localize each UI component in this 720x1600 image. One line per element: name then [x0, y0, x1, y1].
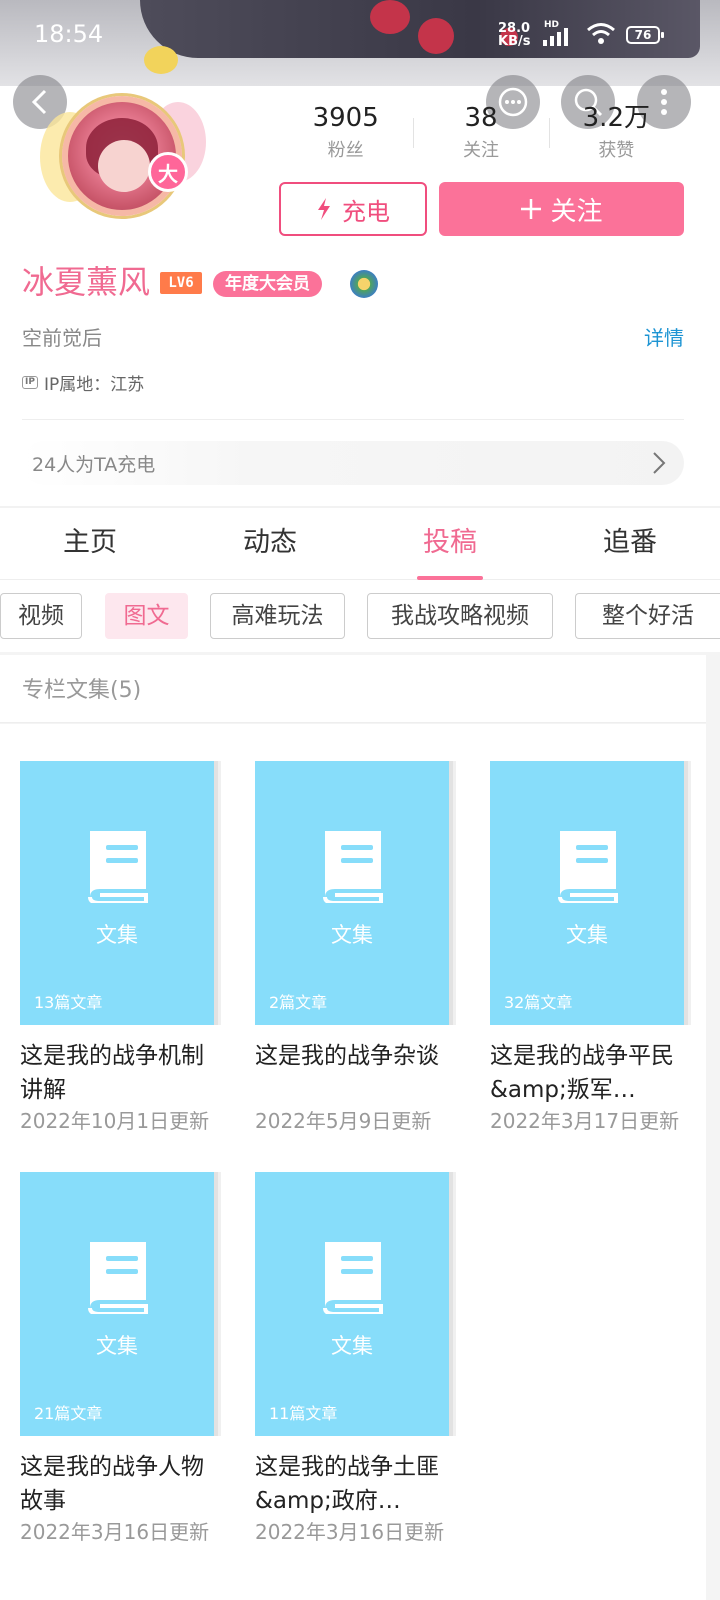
- follow-button-label: 关注: [550, 196, 603, 227]
- plus-icon: [521, 199, 542, 219]
- stat-value: 38: [464, 103, 498, 133]
- collection-cover: 文集 32篇文章: [490, 761, 684, 1025]
- stat-value: 3905: [312, 103, 379, 133]
- ip-icon: IP: [22, 376, 38, 389]
- avatar-frame[interactable]: 大: [38, 42, 218, 222]
- vip-badge[interactable]: 年度大会员: [213, 271, 322, 297]
- collection-cover: 文集 21篇文章: [20, 1172, 214, 1436]
- stat-label: 粉丝: [327, 140, 364, 161]
- signal-icon: [543, 28, 573, 46]
- ip-location: IP IP属地：江苏: [22, 370, 144, 395]
- collection-updated: 2022年3月16日更新: [255, 1520, 445, 1544]
- charge-ranking-bar[interactable]: 24人为TA充电: [22, 441, 684, 485]
- tab-home[interactable]: 主页: [0, 508, 180, 579]
- cover-type-label: 文集: [331, 1334, 373, 1358]
- stat-likes[interactable]: 3.2万 获赞: [548, 100, 684, 170]
- cover-type-label: 文集: [96, 923, 138, 947]
- book-icon: [323, 831, 383, 903]
- charge-button[interactable]: 充电: [279, 182, 427, 236]
- collections-header: 专栏文集(5): [0, 655, 706, 723]
- detail-link[interactable]: 详情: [644, 322, 684, 351]
- chevron-right-icon: [653, 452, 666, 474]
- ip-location-text: IP属地：江苏: [43, 375, 145, 395]
- collection-title: 这是我的战争机制讲解: [20, 1043, 204, 1103]
- battery-icon: 76: [626, 26, 664, 44]
- follow-button[interactable]: 关注: [439, 182, 684, 236]
- collection-card[interactable]: 文集 11篇文章 这是我的战争土匪&amp;政府… 2022年3月16日更新: [255, 1172, 455, 1546]
- collection-updated: 2022年3月17日更新: [490, 1109, 680, 1133]
- book-icon: [88, 1242, 148, 1314]
- article-count: 13篇文章: [34, 993, 103, 1012]
- collection-card[interactable]: 文集 13篇文章 这是我的战争机制讲解 2022年10月1日更新: [20, 761, 220, 1135]
- profile-tabs: 主页 动态 投稿 追番: [0, 508, 720, 580]
- stat-label: 获赞: [598, 140, 635, 161]
- article-count: 32篇文章: [504, 993, 573, 1012]
- stat-fans[interactable]: 3905 粉丝: [278, 100, 413, 170]
- collection-cover: 文集 11篇文章: [255, 1172, 449, 1436]
- collection-cover: 文集 2篇文章: [255, 761, 449, 1025]
- profile-stats: 3905 粉丝 38 关注 3.2万 获赞: [278, 100, 684, 170]
- stat-value: 3.2万: [582, 103, 650, 133]
- collection-updated: 2022年10月1日更新: [20, 1109, 210, 1133]
- net-speed: 28.0 KB/s: [498, 21, 531, 49]
- divider: [22, 419, 684, 420]
- chip-guide-video[interactable]: 我战攻略视频: [367, 593, 553, 639]
- chip-good-fun[interactable]: 整个好活: [575, 593, 720, 639]
- charge-count-text: 24人为TA充电: [32, 453, 156, 476]
- cover-type-label: 文集: [331, 923, 373, 947]
- cover-type-label: 文集: [96, 1334, 138, 1358]
- avatar-badge: 大: [148, 152, 188, 192]
- collection-title: 这是我的战争杂谈: [255, 1043, 439, 1069]
- charge-button-label: 充电: [342, 197, 390, 226]
- stat-label: 关注: [462, 140, 499, 161]
- tab-dynamics[interactable]: 动态: [180, 508, 360, 579]
- chip-video[interactable]: 视频: [0, 593, 82, 639]
- level-badge: LV6: [160, 272, 202, 294]
- collection-card[interactable]: 文集 32篇文章 这是我的战争平民&amp;叛军… 2022年3月17日更新: [490, 761, 690, 1135]
- cover-type-label: 文集: [566, 923, 608, 947]
- collection-title: 这是我的战争人物故事: [20, 1454, 204, 1514]
- user-signature: 空前觉后: [22, 326, 102, 350]
- collection-card[interactable]: 文集 2篇文章 这是我的战争杂谈 2022年5月9日更新: [255, 761, 455, 1135]
- collection-updated: 2022年3月16日更新: [20, 1520, 210, 1544]
- collection-updated: 2022年5月9日更新: [255, 1109, 432, 1133]
- collection-cover: 文集 13篇文章: [20, 761, 214, 1025]
- lightning-icon: [318, 198, 330, 220]
- chip-hard-play[interactable]: 高难玩法: [210, 593, 345, 639]
- book-icon: [88, 831, 148, 903]
- tab-uploads[interactable]: 投稿: [360, 508, 540, 580]
- collections-title: 专栏文集(5): [22, 678, 142, 703]
- book-icon: [558, 831, 618, 903]
- tab-anime[interactable]: 追番: [540, 508, 720, 579]
- chip-image-text[interactable]: 图文: [105, 593, 188, 639]
- profile-page: 18:54 28.0 KB/s HD 76 大 3905 粉丝 38 关注 3.…: [0, 0, 720, 1600]
- user-name: 冰夏薰风: [22, 263, 151, 301]
- article-count: 2篇文章: [269, 993, 328, 1012]
- collections-grid: 文集 13篇文章 这是我的战争机制讲解 2022年10月1日更新 文集 2篇文章…: [0, 724, 706, 1600]
- collection-title: 这是我的战争土匪&amp;政府…: [255, 1454, 439, 1514]
- article-count: 11篇文章: [269, 1404, 338, 1423]
- article-count: 21篇文章: [34, 1404, 103, 1423]
- wifi-icon: [587, 23, 615, 44]
- book-icon: [323, 1242, 383, 1314]
- medal-icon[interactable]: [350, 270, 378, 298]
- collection-card[interactable]: 文集 21篇文章 这是我的战争人物故事 2022年3月16日更新: [20, 1172, 220, 1546]
- stat-following[interactable]: 38 关注: [413, 100, 548, 170]
- collection-title: 这是我的战争平民&amp;叛军…: [490, 1043, 674, 1103]
